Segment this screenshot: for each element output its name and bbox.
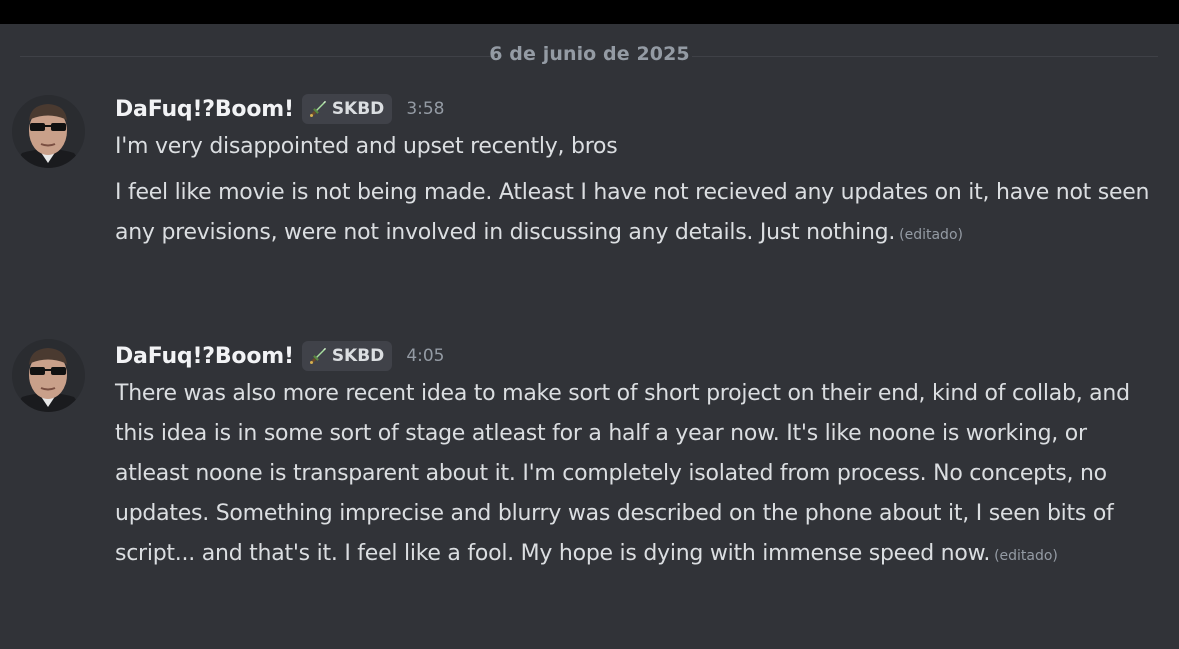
message-paragraph: I'm very disappointed and upset recently… [115, 127, 1155, 167]
message[interactable]: DaFuq!?Boom! SKBD 4:05 There was also mo… [0, 335, 1179, 625]
message-paragraph: There was also more recent idea to make … [115, 374, 1155, 576]
message-paragraph: I feel like movie is not being made. Atl… [115, 173, 1155, 255]
message-content: DaFuq!?Boom! SKBD 3:58 I'm very disappoi… [115, 90, 1155, 255]
server-tag[interactable]: SKBD [301, 341, 393, 371]
top-black-bar [0, 0, 1179, 24]
username[interactable]: DaFuq!?Boom! [115, 97, 294, 122]
edited-label: (editado) [899, 227, 963, 243]
username[interactable]: DaFuq!?Boom! [115, 344, 294, 369]
date-divider: 6 de junio de 2025 [489, 43, 690, 65]
avatar-image [12, 339, 85, 412]
message-text: There was also more recent idea to make … [115, 381, 1130, 566]
avatar[interactable] [12, 95, 85, 168]
edited-label: (editado) [994, 548, 1058, 564]
server-tag[interactable]: SKBD [301, 94, 393, 124]
avatar[interactable] [12, 339, 85, 412]
message-text: I'm very disappointed and upset recently… [115, 134, 618, 159]
tag-label: SKBD [331, 346, 385, 366]
timestamp[interactable]: 3:58 [406, 99, 444, 119]
message-content: DaFuq!?Boom! SKBD 4:05 There was also mo… [115, 337, 1155, 576]
sword-icon [309, 348, 326, 364]
timestamp[interactable]: 4:05 [406, 346, 444, 366]
message-header: DaFuq!?Boom! SKBD 4:05 [115, 337, 1155, 375]
tag-label: SKBD [331, 99, 385, 119]
avatar-image [12, 95, 85, 168]
message[interactable]: DaFuq!?Boom! SKBD 3:58 I'm very disappoi… [0, 90, 1179, 305]
message-header: DaFuq!?Boom! SKBD 3:58 [115, 90, 1155, 128]
message-text: I feel like movie is not being made. Atl… [115, 180, 1150, 245]
sword-icon [309, 101, 326, 117]
